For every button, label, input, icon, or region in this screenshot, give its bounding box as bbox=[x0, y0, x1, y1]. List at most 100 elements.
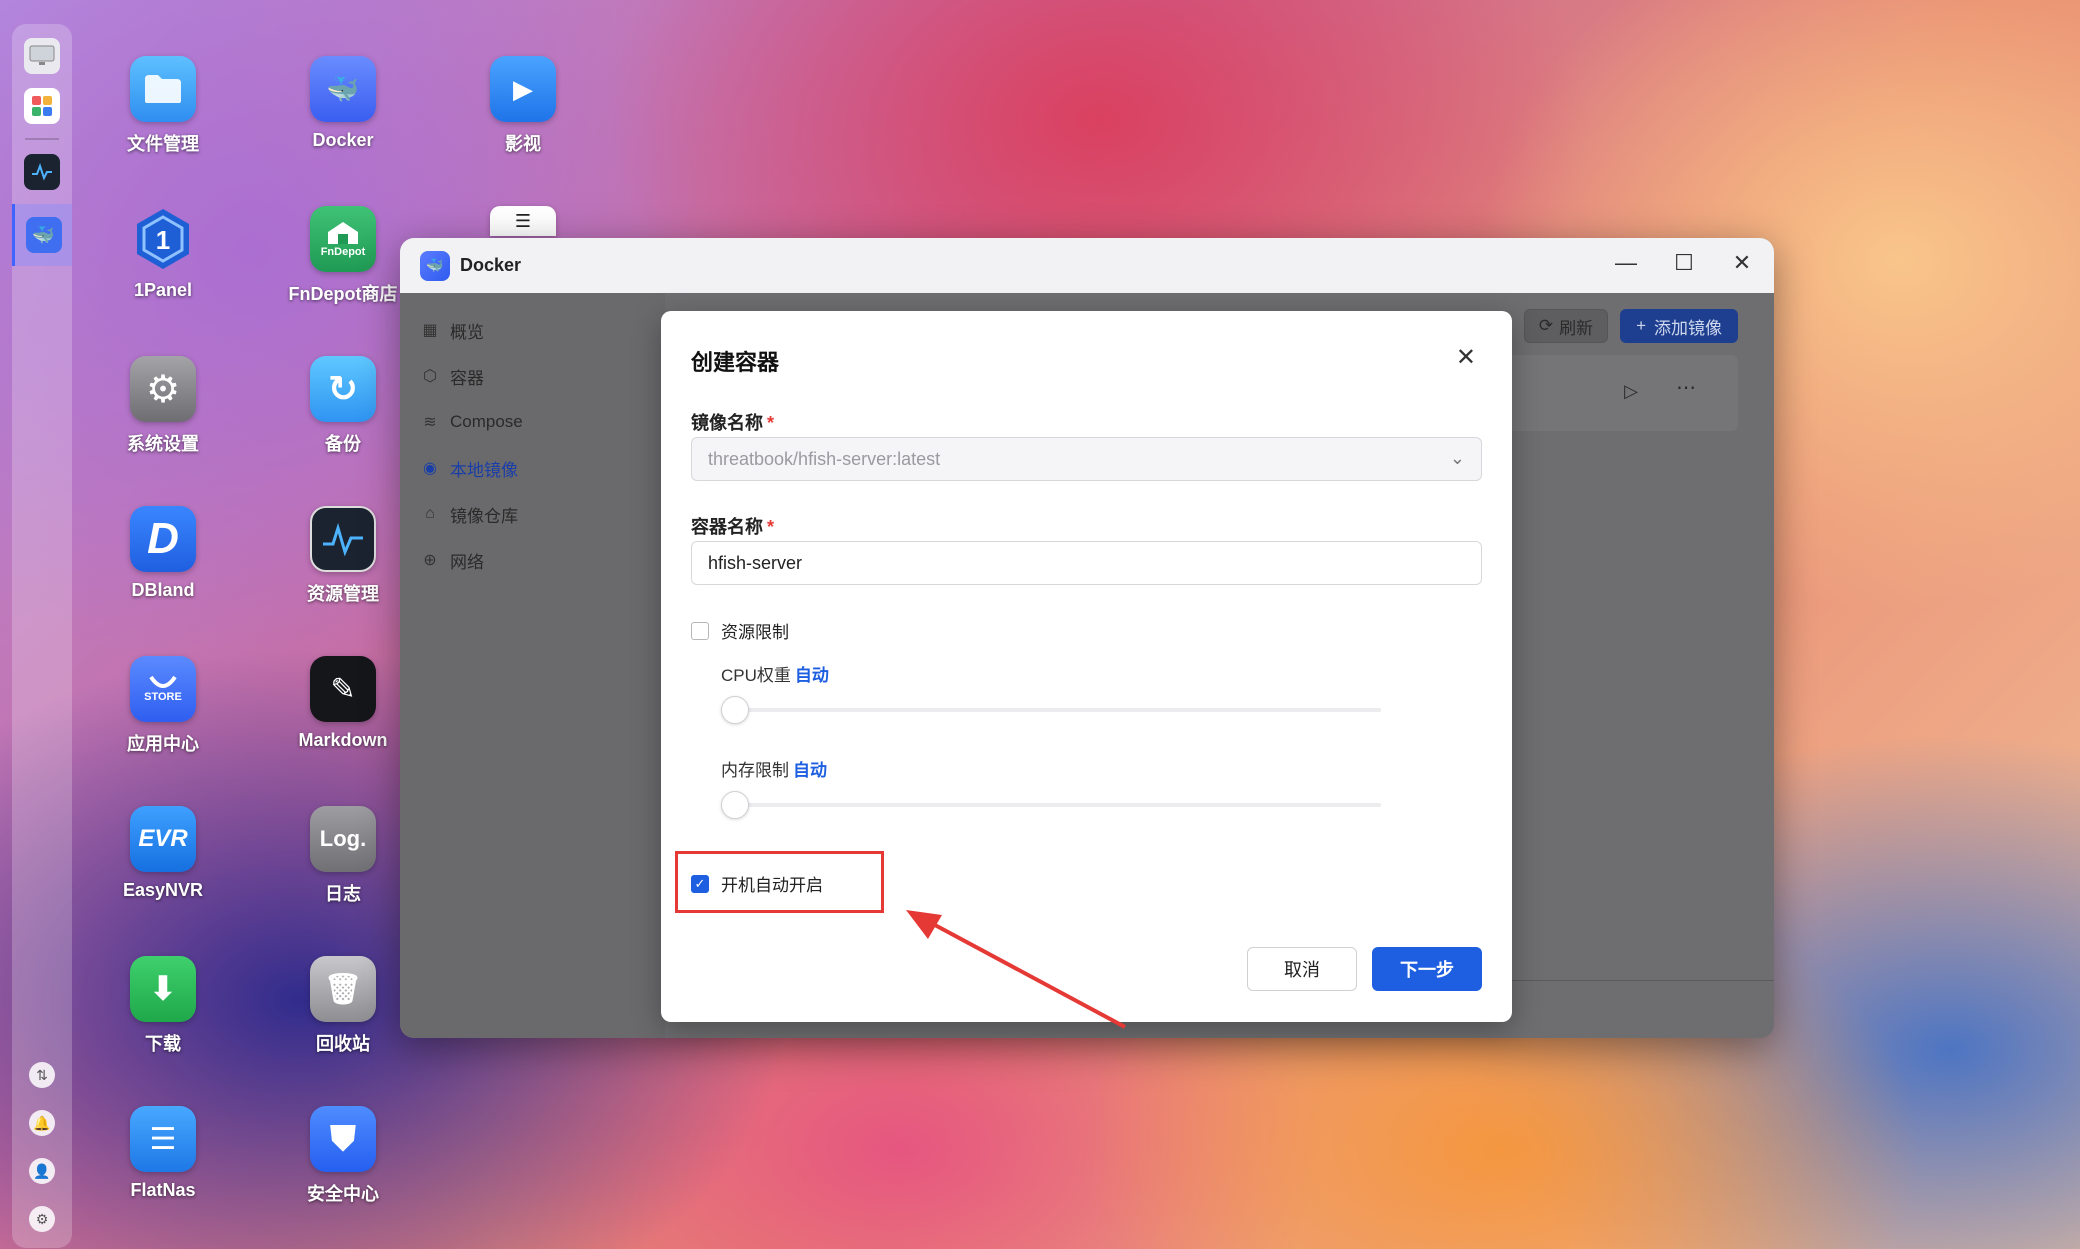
dock-divider bbox=[25, 138, 59, 140]
sidebar-item-registry[interactable]: ⌂ 镜像仓库 bbox=[400, 491, 665, 537]
docker-dock-item[interactable]: 🐳 bbox=[12, 204, 72, 266]
video-glyph: ▶ bbox=[513, 73, 533, 104]
globe-icon: ⊕ bbox=[423, 552, 437, 569]
resource-limit-checkbox-row[interactable]: 资源限制 bbox=[691, 618, 789, 643]
onepanel-glyph: 1 bbox=[156, 225, 170, 255]
docker-glyph: 🐳 bbox=[326, 73, 360, 104]
monitor-icon[interactable] bbox=[24, 38, 60, 74]
divider bbox=[1500, 980, 1774, 981]
docker-icon: 🐳 bbox=[420, 250, 450, 281]
maximize-button[interactable]: ☐ bbox=[1672, 250, 1696, 276]
gear-icon[interactable]: ⚙ bbox=[29, 1206, 55, 1232]
play-icon[interactable]: ▷ bbox=[1624, 381, 1638, 402]
sidebar-item-label: 镜像仓库 bbox=[450, 506, 518, 526]
refresh-label: 刷新 bbox=[1559, 318, 1594, 338]
memory-limit-label: 内存限制 自动 bbox=[721, 756, 827, 781]
add-image-button[interactable]: + 添加镜像 bbox=[1620, 309, 1738, 343]
cpu-weight-slider-handle[interactable] bbox=[721, 696, 749, 724]
backup-icon: ↻ bbox=[310, 356, 376, 422]
flatnas-glyph: ☰ bbox=[149, 1122, 177, 1156]
desktop-icon-settings[interactable]: ⚙ 系统设置 bbox=[78, 356, 248, 456]
desktop-icon-label: 应用中心 bbox=[127, 734, 199, 754]
markdown-glyph: ✎ bbox=[330, 672, 356, 706]
dialog-close-icon[interactable]: ✕ bbox=[1456, 343, 1476, 372]
folder-icon bbox=[130, 56, 196, 122]
resource-limit-checkbox[interactable] bbox=[691, 621, 709, 640]
sidebar-item-network[interactable]: ⊕ 网络 bbox=[400, 537, 665, 583]
sidebar-item-overview[interactable]: ▦ 概览 bbox=[400, 307, 665, 353]
plus-icon: + bbox=[1636, 316, 1646, 335]
image-name-value: threatbook/hfish-server:latest bbox=[708, 448, 941, 469]
desktop-icon-security[interactable]: ⛊ 安全中心 bbox=[258, 1106, 428, 1206]
log-icon: Log. bbox=[310, 806, 376, 872]
1panel-icon: 1 bbox=[130, 206, 196, 272]
container-name-label-text: 容器名称 bbox=[691, 517, 763, 537]
markdown-icon: ✎ bbox=[310, 656, 376, 722]
toolbar: ⟳ 刷新 + 添加镜像 bbox=[1523, 309, 1738, 343]
user-icon[interactable]: 👤 bbox=[29, 1158, 55, 1184]
desktop-icon-dbland[interactable]: D DBland bbox=[78, 506, 248, 601]
resource-monitor-dock-icon[interactable] bbox=[24, 154, 60, 190]
annotation-arrow bbox=[906, 910, 1126, 1029]
cpu-weight-slider-track[interactable] bbox=[721, 708, 1381, 712]
desktop-icon-video[interactable]: ▶ 影视 bbox=[438, 56, 608, 156]
memory-auto-value: 自动 bbox=[793, 761, 827, 780]
container-name-input[interactable]: hfish-server bbox=[691, 541, 1482, 585]
image-name-label: 镜像名称 * bbox=[691, 409, 774, 435]
desktop-icon-label: Docker bbox=[312, 130, 374, 150]
cpu-weight-text: CPU权重 bbox=[721, 666, 791, 685]
resource-limit-label: 资源限制 bbox=[721, 623, 789, 642]
cpu-weight-label: CPU权重 自动 bbox=[721, 661, 829, 686]
transfer-icon[interactable]: ⇅ bbox=[29, 1062, 55, 1088]
desktop-icon-flatnas[interactable]: ☰ FlatNas bbox=[78, 1106, 248, 1201]
bell-icon[interactable]: 🔔 bbox=[29, 1110, 55, 1136]
more-icon[interactable]: ⋯ bbox=[1676, 375, 1696, 400]
easynvr-glyph: EVR bbox=[138, 825, 188, 852]
desktop-icon-label: DBland bbox=[131, 580, 195, 600]
desktop-icon-partial[interactable]: ☰ bbox=[438, 206, 608, 236]
desktop-icon-1panel[interactable]: 1 1Panel bbox=[78, 206, 248, 301]
container-name-value: hfish-server bbox=[708, 552, 803, 573]
window-controls: — ☐ ✕ bbox=[1614, 250, 1754, 276]
desktop-icon-app-center[interactable]: STORE 应用中心 bbox=[78, 656, 248, 756]
desktop-icon-easynvr[interactable]: EVR EasyNVR bbox=[78, 806, 248, 901]
autostart-checkbox-row[interactable]: ✓ 开机自动开启 bbox=[691, 871, 823, 896]
layers-icon: ≋ bbox=[423, 414, 437, 431]
home-icon: ⌂ bbox=[425, 505, 435, 522]
chevron-down-icon: ⌄ bbox=[1449, 448, 1465, 468]
sidebar-item-compose[interactable]: ≋ Compose bbox=[400, 399, 665, 445]
desktop-icon-docker[interactable]: 🐳 Docker bbox=[258, 56, 428, 151]
document-edit-icon: ☰ bbox=[490, 206, 556, 236]
memory-limit-slider-track[interactable] bbox=[721, 803, 1381, 807]
required-mark: * bbox=[767, 517, 775, 537]
memory-limit-slider-handle[interactable] bbox=[721, 791, 749, 819]
next-step-button[interactable]: 下一步 bbox=[1372, 947, 1482, 991]
image-name-select[interactable]: threatbook/hfish-server:latest ⌄ bbox=[691, 437, 1482, 481]
close-button[interactable]: ✕ bbox=[1730, 250, 1754, 276]
sidebar-item-label: 概览 bbox=[450, 322, 484, 342]
trash-icon: 🗑 bbox=[310, 956, 376, 1022]
docker-dock-icon: 🐳 bbox=[25, 217, 62, 253]
settings-icon: ⚙ bbox=[130, 356, 196, 422]
desktop-icon-file-manager[interactable]: 文件管理 bbox=[78, 56, 248, 156]
sidebar-item-label: Compose bbox=[450, 412, 523, 431]
autostart-checkbox[interactable]: ✓ bbox=[691, 874, 709, 893]
dialog-title: 创建容器 bbox=[691, 350, 780, 375]
resource-monitor-icon bbox=[310, 506, 376, 572]
cancel-button[interactable]: 取消 bbox=[1247, 947, 1357, 991]
desktop-icon-label: EasyNVR bbox=[122, 880, 204, 900]
refresh-icon: ⟳ bbox=[1538, 316, 1554, 335]
disc-icon: ◉ bbox=[423, 460, 437, 477]
dock: 🐳 ⇅ 🔔 👤 ⚙ bbox=[12, 24, 72, 1248]
refresh-button[interactable]: ⟳ 刷新 bbox=[1523, 309, 1609, 343]
minimize-button[interactable]: — bbox=[1614, 250, 1638, 276]
apps-grid-icon[interactable] bbox=[24, 88, 60, 124]
autostart-label: 开机自动开启 bbox=[721, 876, 823, 895]
sidebar-item-containers[interactable]: ⬡ 容器 bbox=[400, 353, 665, 399]
dbland-icon: D bbox=[130, 506, 196, 572]
sidebar-item-label: 网络 bbox=[450, 552, 484, 572]
sidebar-item-local-images[interactable]: ◉ 本地镜像 bbox=[400, 445, 665, 491]
window-titlebar[interactable]: 🐳 Docker — ☐ ✕ bbox=[400, 238, 1774, 293]
desktop-icon-download[interactable]: ⬇ 下载 bbox=[78, 956, 248, 1056]
backup-glyph: ↻ bbox=[327, 368, 359, 409]
